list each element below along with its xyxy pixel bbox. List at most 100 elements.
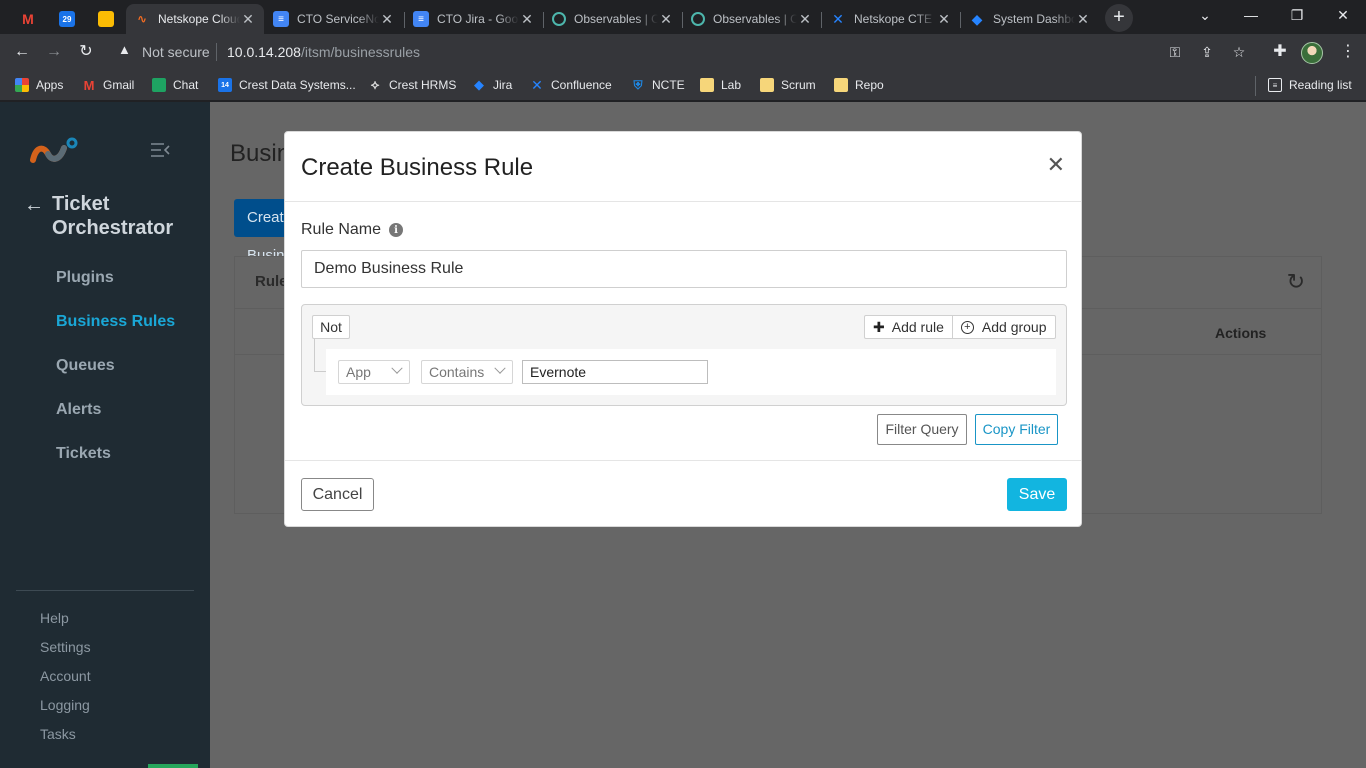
tab-calendar[interactable]: 29 (48, 4, 86, 34)
bookmark-jira[interactable]: ◆ Jira (472, 76, 512, 94)
sidebar-item-business-rules[interactable]: Business Rules (56, 313, 175, 331)
back-arrow-icon[interactable]: ← (24, 194, 44, 217)
docs-icon: ≡ (413, 11, 429, 27)
share-icon[interactable]: ⇪ (1196, 41, 1218, 63)
query-actions: ✚ Add rule + Add group (864, 315, 1056, 339)
rule-name-input[interactable]: Demo Business Rule (301, 250, 1067, 288)
add-group-button[interactable]: + Add group (951, 316, 1055, 338)
sidebar-footer-account[interactable]: Account (40, 668, 91, 684)
chevron-down-icon (391, 362, 403, 374)
bookmark-label: Confluence (551, 78, 612, 92)
bookmark-label: Lab (721, 78, 742, 92)
tab-netskope-active[interactable]: ∿ Netskope Cloud Exchange ✕ (126, 4, 264, 34)
address-bar[interactable]: ▲ Not secure 10.0.14.208/itsm/businessru… (108, 37, 1258, 67)
tab-gmail[interactable]: M (9, 4, 47, 34)
extensions-icon[interactable]: ✚ (1266, 38, 1294, 66)
tab-keep[interactable] (87, 4, 125, 34)
value-input[interactable]: Evernote (522, 360, 708, 384)
new-tab-button[interactable]: + (1105, 4, 1133, 32)
save-button[interactable]: Save (1007, 478, 1067, 511)
confluence-icon: ✕ (531, 76, 543, 93)
tree-connector (314, 371, 326, 372)
kebab-menu-icon[interactable]: ⋮ (1334, 38, 1362, 66)
query-builder: Not ✚ Add rule + Add group App Contains … (301, 304, 1067, 406)
add-rule-button[interactable]: ✚ Add rule (865, 316, 952, 338)
bookmark-repo[interactable]: Repo (834, 76, 884, 94)
tab-netskope-cte[interactable]: ✕ Netskope CTE ✕ (822, 4, 960, 34)
close-icon[interactable]: ✕ (1047, 152, 1065, 178)
minimize-icon[interactable]: — (1228, 0, 1274, 32)
create-business-rule-modal: Create Business Rule ✕ Rule Name i Demo … (284, 131, 1082, 527)
bookmark-crest-hrms[interactable]: ⟡ Crest HRMS (368, 76, 457, 94)
tab-title: Observables | Cortex (574, 12, 658, 26)
operator-select[interactable]: Contains (421, 360, 513, 384)
copy-filter-button[interactable]: Copy Filter (975, 414, 1058, 445)
sidebar-item-tickets[interactable]: Tickets (56, 445, 111, 463)
observables-icon (691, 12, 705, 26)
chat-icon (152, 78, 166, 92)
back-icon[interactable]: ← (8, 38, 36, 66)
bookmark-apps[interactable]: Apps (15, 76, 63, 94)
close-icon[interactable]: ✕ (1075, 11, 1091, 28)
add-group-label: Add group (981, 319, 1047, 335)
tab-cto-servicenow[interactable]: ≡ CTO ServiceNow ✕ (265, 4, 403, 34)
tab-search-chevron-icon[interactable]: ⌄ (1182, 0, 1228, 32)
forward-icon[interactable]: → (40, 38, 68, 66)
close-icon[interactable]: ✕ (797, 11, 813, 28)
calendar-icon: 29 (59, 11, 75, 27)
netskope-logo-icon (30, 137, 78, 163)
docs-icon: ≡ (273, 11, 289, 27)
not-toggle-button[interactable]: Not (312, 315, 350, 339)
key-icon[interactable]: ⚿ (1164, 41, 1186, 63)
window-close-icon[interactable]: ✕ (1320, 0, 1366, 32)
tab-observables-1[interactable]: Observables | Cortex ✕ (544, 4, 682, 34)
tab-system-dashboard[interactable]: ◆ System Dashboard ✕ (961, 4, 1099, 34)
warning-icon: ▲ (118, 42, 131, 57)
bookmark-scrum[interactable]: Scrum (760, 76, 816, 94)
close-icon[interactable]: ✕ (936, 11, 952, 28)
bookmark-label: Crest HRMS (389, 78, 457, 92)
bookmark-ncte[interactable]: ⛨ NCTE (631, 76, 685, 94)
sidebar-footer-settings[interactable]: Settings (40, 639, 91, 655)
sidebar-item-plugins[interactable]: Plugins (56, 269, 114, 287)
info-icon[interactable]: i (389, 223, 404, 237)
bookmark-crest-data[interactable]: 14 Crest Data Systems... (218, 76, 356, 94)
url-text[interactable]: 10.0.14.208/itsm/businessrules (227, 44, 420, 60)
status-indicator-bar (148, 764, 198, 768)
bookmark-confluence[interactable]: ✕ Confluence (530, 76, 612, 94)
restore-icon[interactable]: ❐ (1274, 0, 1320, 32)
bookmark-lab[interactable]: Lab (700, 76, 741, 94)
url-path: /itsm/businessrules (300, 44, 421, 60)
avatar[interactable] (1301, 42, 1323, 64)
refresh-icon[interactable]: ↻ (1287, 269, 1305, 295)
reading-list-button[interactable]: ≡ Reading list (1268, 76, 1352, 94)
sidebar-footer-tasks[interactable]: Tasks (40, 726, 76, 742)
bookmark-label: Scrum (781, 78, 816, 92)
cancel-button[interactable]: Cancel (301, 478, 374, 511)
close-icon[interactable]: ✕ (379, 11, 395, 28)
close-icon[interactable]: ✕ (519, 11, 535, 28)
tree-connector (314, 339, 315, 371)
bookmark-chat[interactable]: Chat (152, 76, 198, 94)
filter-query-button[interactable]: Filter Query (877, 414, 967, 445)
field-select[interactable]: App (338, 360, 410, 384)
tab-title: Netskope Cloud Exchange (158, 12, 240, 26)
shield-icon: ⛨ (633, 77, 643, 92)
actions-column-header: Actions (1215, 325, 1267, 341)
sidebar-divider (16, 590, 194, 591)
sidebar-footer-help[interactable]: Help (40, 610, 69, 626)
collapse-menu-icon[interactable] (150, 142, 170, 158)
close-icon[interactable]: ✕ (658, 11, 674, 28)
sidebar-footer-logging[interactable]: Logging (40, 697, 90, 713)
browser-tab-strip: M 29 ∿ Netskope Cloud Exchange ✕ ≡ CTO S… (0, 0, 1366, 34)
close-icon[interactable]: ✕ (240, 11, 256, 28)
tab-observables-2[interactable]: Observables | Cortex ✕ (683, 4, 821, 34)
sidebar-item-queues[interactable]: Queues (56, 357, 115, 375)
bookmark-star-icon[interactable]: ☆ (1228, 41, 1250, 63)
bookmark-gmail[interactable]: M Gmail (82, 76, 135, 94)
field-select-value: App (346, 364, 371, 380)
reload-icon[interactable]: ↻ (72, 38, 100, 66)
sidebar-item-alerts[interactable]: Alerts (56, 401, 101, 419)
bookmark-label: NCTE (652, 78, 685, 92)
tab-cto-jira[interactable]: ≡ CTO Jira - Google Docs ✕ (405, 4, 543, 34)
